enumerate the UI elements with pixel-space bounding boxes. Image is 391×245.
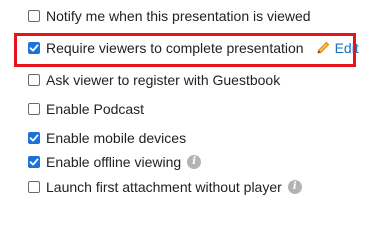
pencil-icon <box>316 41 329 54</box>
checkmark-icon <box>29 158 39 166</box>
edit-label: Edit <box>334 40 359 56</box>
checkmark-icon <box>29 44 39 52</box>
launch-attachment-checkbox[interactable] <box>28 181 40 193</box>
option-require-complete: Require viewers to complete presentation… <box>28 38 359 58</box>
option-guestbook: Ask viewer to register with Guestbook <box>28 70 280 90</box>
podcast-checkbox[interactable] <box>28 103 40 115</box>
option-mobile: Enable mobile devices <box>28 128 186 148</box>
notify-viewed-checkbox[interactable] <box>28 10 40 22</box>
option-label: Require viewers to complete presentation <box>46 40 304 56</box>
guestbook-checkbox[interactable] <box>28 74 40 86</box>
option-label: Ask viewer to register with Guestbook <box>46 72 281 88</box>
offline-checkbox[interactable] <box>28 156 40 168</box>
option-offline: Enable offline viewing i <box>28 152 202 172</box>
option-podcast: Enable Podcast <box>28 99 144 119</box>
option-label: Enable offline viewing <box>46 154 182 170</box>
require-complete-checkbox[interactable] <box>28 42 40 54</box>
edit-link[interactable]: Edit <box>315 40 359 56</box>
option-label: Enable mobile devices <box>46 130 187 146</box>
info-icon[interactable]: i <box>287 180 302 194</box>
info-icon[interactable]: i <box>187 155 202 169</box>
option-label: Launch first attachment without player <box>46 179 282 195</box>
mobile-checkbox[interactable] <box>28 132 40 144</box>
option-label: Enable Podcast <box>46 101 145 117</box>
option-label: Notify me when this presentation is view… <box>46 8 311 24</box>
option-launch-attachment: Launch first attachment without player i <box>28 177 302 197</box>
checkmark-icon <box>29 134 39 142</box>
option-notify-viewed: Notify me when this presentation is view… <box>28 6 311 26</box>
